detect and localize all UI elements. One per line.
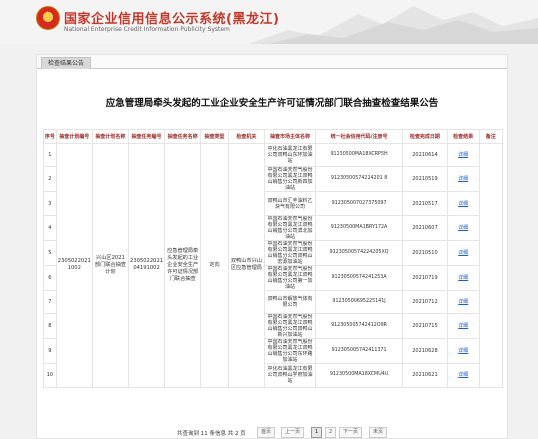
col-header-task-no: 抽查任务编号 [127, 129, 166, 144]
cell-result: 详细 [446, 166, 480, 193]
cell-no: 2 [43, 166, 57, 193]
cell-date: 20210614 [402, 142, 448, 168]
cell-date: 20210519 [402, 166, 448, 193]
site-subtitle: National Enterprise Credit Information P… [64, 26, 230, 33]
first-page-button[interactable]: 首页 [257, 427, 276, 438]
cell-task-name: 应急管理局牵头发起的工业企业安全生产许可证情况部门联合抽查 [164, 143, 202, 388]
prev-page-button[interactable]: 上一页 [281, 427, 305, 438]
mountain-decoration-icon [248, 6, 538, 44]
table-header-row: 序号 抽查计划编号 抽查计划名称 抽查任务编号 抽查任务名称 抽查类型 检查机关… [43, 129, 504, 144]
cell-result: 详细 [446, 239, 480, 266]
cell-entity: 中国石油天然气股份有限公司黑龙江双鸭山销售分公司滨北加油站 [264, 214, 316, 241]
cell-no: 3 [43, 191, 57, 216]
col-header-plan-name: 抽查计划名称 [91, 129, 130, 144]
content-panel: 检查结果公告 应急管理局牵头发起的工业企业安全生产许可证情况部门联合抽查检查结果… [36, 54, 508, 439]
cell-entity: 中化石油黑龙江有限公司双鸭山东环加油站 [264, 142, 316, 168]
results-table: 序号 抽查计划编号 抽查计划名称 抽查任务编号 抽查任务名称 抽查类型 检查机关… [43, 129, 504, 388]
cell-plan-name: 兴山区2021部门联合抽查计划 [91, 143, 130, 388]
cell-date: 20210621 [402, 363, 448, 388]
detail-link[interactable]: 详细 [458, 250, 468, 256]
cell-credit-code: 91230500574224201 8 [314, 166, 404, 193]
cell-result: 详细 [446, 142, 480, 168]
cell-entity: 双鸭山市解放气体有限公司 [264, 289, 316, 315]
cell-no: 1 [43, 142, 57, 168]
cell-result: 详细 [446, 191, 480, 216]
page-1-button[interactable]: 1 [311, 427, 323, 438]
cell-result: 详细 [446, 264, 480, 291]
col-header-agency: 检查机关 [227, 129, 266, 144]
cell-entity: 中国石油天然气股份有限公司黑龙江双鸭山销售分公司新四加油站 [264, 166, 316, 193]
cell-credit-code: 91230500574241253A [314, 264, 404, 291]
detail-link[interactable]: 详细 [458, 225, 468, 231]
page-2-button[interactable]: 2 [325, 427, 337, 438]
cell-no: 7 [43, 289, 57, 315]
cell-entity: 双鸭山市汇丰油料乙炔气有限公司 [264, 191, 316, 216]
cell-result: 详细 [446, 289, 480, 315]
cell-date: 20210712 [402, 289, 448, 315]
cell-credit-code: 91230500695225141J [314, 289, 404, 315]
next-page-button[interactable]: 下一页 [339, 427, 363, 438]
cell-no: 8 [43, 313, 57, 340]
col-header-type: 抽查类型 [200, 129, 229, 144]
tab-bar: 检查结果公告 [37, 55, 507, 69]
detail-link[interactable]: 详细 [458, 323, 468, 329]
cell-entity: 中国石油天然气股份有限公司黑龙江双鸭山销售分公司东环路加油站 [264, 338, 316, 365]
tab-inspection-results[interactable]: 检查结果公告 [41, 57, 92, 69]
cell-entity: 中化石油黑龙江有限公司双鸭山学府加油站 [264, 363, 316, 388]
col-header-remark: 备注 [478, 129, 504, 144]
cell-credit-code: 91230500MA18XCRP5H [314, 142, 404, 168]
detail-link[interactable]: 详细 [458, 348, 468, 354]
cell-no: 6 [43, 264, 57, 291]
cell-credit-code: 912305005742412O9R [314, 313, 404, 340]
cell-remark [478, 143, 504, 388]
cell-entity: 中国石油天然气股份有限公司黑龙江双鸭山销售分公司第一加油站 [264, 264, 316, 291]
col-header-no: 序号 [43, 129, 57, 144]
detail-link[interactable]: 详细 [458, 299, 468, 305]
cell-no: 10 [43, 363, 57, 388]
col-header-entity: 抽查市场主体名称 [264, 129, 316, 144]
cell-task-no: 2305022021 04191002 [127, 143, 166, 388]
cell-credit-code: 912305007027375097 [314, 191, 404, 216]
detail-link[interactable]: 详细 [458, 275, 468, 281]
table-row: 1 2305022021 1002 兴山区2021部门联合抽查计划 230502… [43, 142, 504, 388]
cell-entity: 中国石油天然气股份有限公司黑龙江双鸭山销售分公司双鸭山新兴加油站 [264, 313, 316, 340]
col-header-result: 检查结果 [446, 129, 480, 144]
cell-type: 定向 [200, 143, 229, 388]
detail-link[interactable]: 详细 [458, 152, 468, 158]
cell-result: 详细 [446, 313, 480, 340]
cell-no: 4 [43, 214, 57, 241]
cell-credit-code: 91230500574224205XQ [314, 239, 404, 266]
cell-result: 详细 [446, 338, 480, 365]
cell-no: 9 [43, 338, 57, 365]
pagination-info: 共查询到 11 条信息 共 2 页 [177, 431, 246, 437]
detail-link[interactable]: 详细 [458, 201, 468, 207]
cell-credit-code: 912305005742411371 [314, 338, 404, 365]
cell-date: 20210510 [402, 239, 448, 266]
col-header-credit-code: 统一社会信用代码/注册号 [314, 129, 404, 144]
site-header: 国家企业信用信息公示系统(黑龙江) National Enterprise Cr… [0, 0, 538, 44]
cell-result: 详细 [446, 363, 480, 388]
cell-date: 20210517 [402, 191, 448, 216]
cell-result: 详细 [446, 214, 480, 241]
col-header-task-name: 抽查任务名称 [164, 129, 202, 144]
cell-date: 20210628 [402, 338, 448, 365]
pagination: 共查询到 11 条信息 共 2 页 首页 上一页 1 2 下一页 末页 [37, 426, 507, 439]
cell-date: 20210607 [402, 214, 448, 241]
cell-entity: 中国石油天然气股份有限公司黑龙江双鸭山销售分公司双鸭山宏源加油站 [264, 239, 316, 266]
col-header-date: 检查完成日期 [402, 129, 448, 144]
last-page-button[interactable]: 末页 [369, 427, 388, 438]
cell-credit-code: 91230500MA18XCMU4U [314, 363, 404, 388]
national-emblem-icon [36, 6, 60, 30]
col-header-plan-no: 抽查计划编号 [55, 129, 93, 144]
cell-plan-no: 2305022021 1002 [55, 143, 93, 388]
cell-agency: 双鸭山市兴山区应急管理局 [227, 143, 266, 388]
detail-link[interactable]: 详细 [458, 176, 468, 182]
page-title: 应急管理局牵头发起的工业企业安全生产许可证情况部门联合抽查检查结果公告 [105, 98, 439, 109]
cell-credit-code: 91230500MA1BRY172A [314, 214, 404, 241]
cell-no: 5 [43, 239, 57, 266]
cell-date: 20210715 [402, 313, 448, 340]
detail-link[interactable]: 详细 [458, 372, 468, 378]
cell-date: 20210719 [402, 264, 448, 291]
